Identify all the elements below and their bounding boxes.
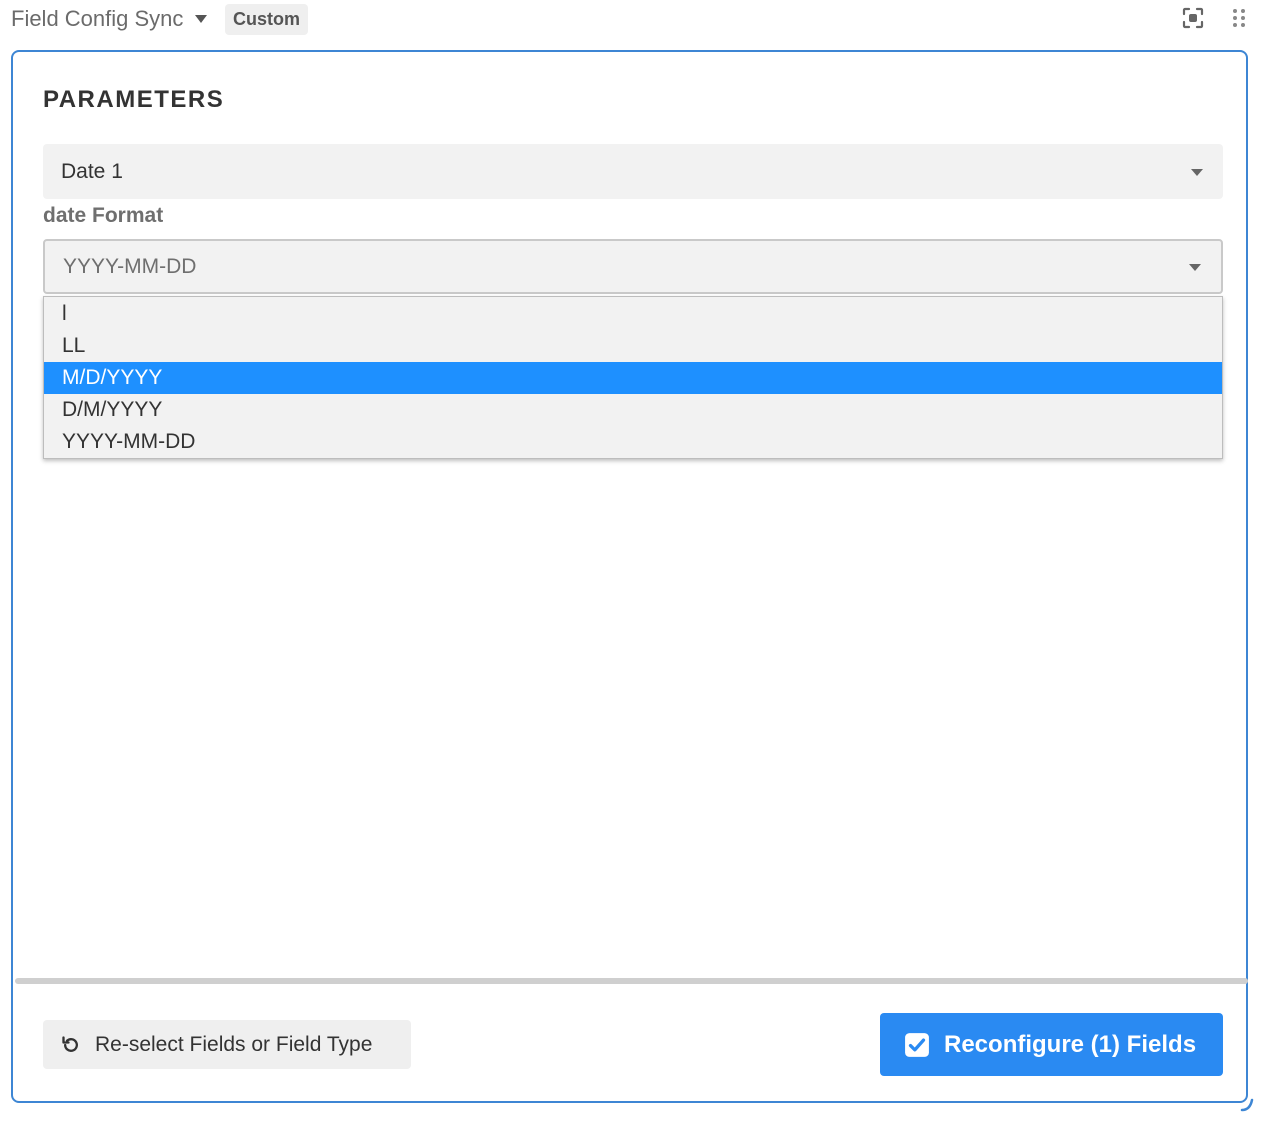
reselect-fields-label: Re-select Fields or Field Type <box>95 1032 373 1056</box>
chevron-down-icon <box>195 15 208 23</box>
date-format-option[interactable]: l <box>44 298 1222 330</box>
field-select[interactable]: Date 1 <box>43 144 1223 199</box>
reconfigure-fields-label: Reconfigure (1) Fields <box>944 1030 1197 1058</box>
drag-grip-icon[interactable] <box>1227 6 1251 30</box>
reselect-fields-button[interactable]: Re-select Fields or Field Type <box>43 1020 411 1069</box>
undo-icon <box>62 1035 78 1052</box>
date-format-label: date Format <box>43 204 164 227</box>
reconfigure-fields-button[interactable]: Reconfigure (1) Fields <box>880 1013 1223 1076</box>
app-title: Field Config Sync <box>11 6 184 31</box>
date-format-options-list: l LL M/D/YYYY D/M/YYYY YYYY-MM-DD <box>43 296 1223 459</box>
focus-icon[interactable] <box>1181 6 1205 30</box>
date-format-option[interactable]: LL <box>44 330 1222 362</box>
date-format-select[interactable]: YYYY-MM-DD <box>43 239 1223 294</box>
date-format-value: YYYY-MM-DD <box>63 254 197 278</box>
date-format-option[interactable]: D/M/YYYY <box>44 394 1222 426</box>
custom-badge: Custom <box>225 4 308 35</box>
top-bar: Field Config Sync Custom <box>0 0 1272 40</box>
field-select-value: Date 1 <box>61 159 123 183</box>
checkbox-checked-icon <box>905 1032 929 1057</box>
resize-handle-icon[interactable] <box>1238 1090 1260 1112</box>
parameters-panel: PARAMETERS Date 1 date Format YYYY-MM-DD… <box>11 50 1248 1103</box>
chevron-down-icon <box>1191 168 1203 176</box>
app-title-dropdown[interactable]: Field Config Sync <box>11 6 208 32</box>
date-format-option-highlighted[interactable]: M/D/YYYY <box>44 362 1222 394</box>
section-title: PARAMETERS <box>43 86 225 113</box>
date-format-option[interactable]: YYYY-MM-DD <box>44 426 1222 458</box>
horizontal-scrollbar[interactable] <box>15 978 1248 984</box>
chevron-down-icon <box>1189 263 1201 271</box>
